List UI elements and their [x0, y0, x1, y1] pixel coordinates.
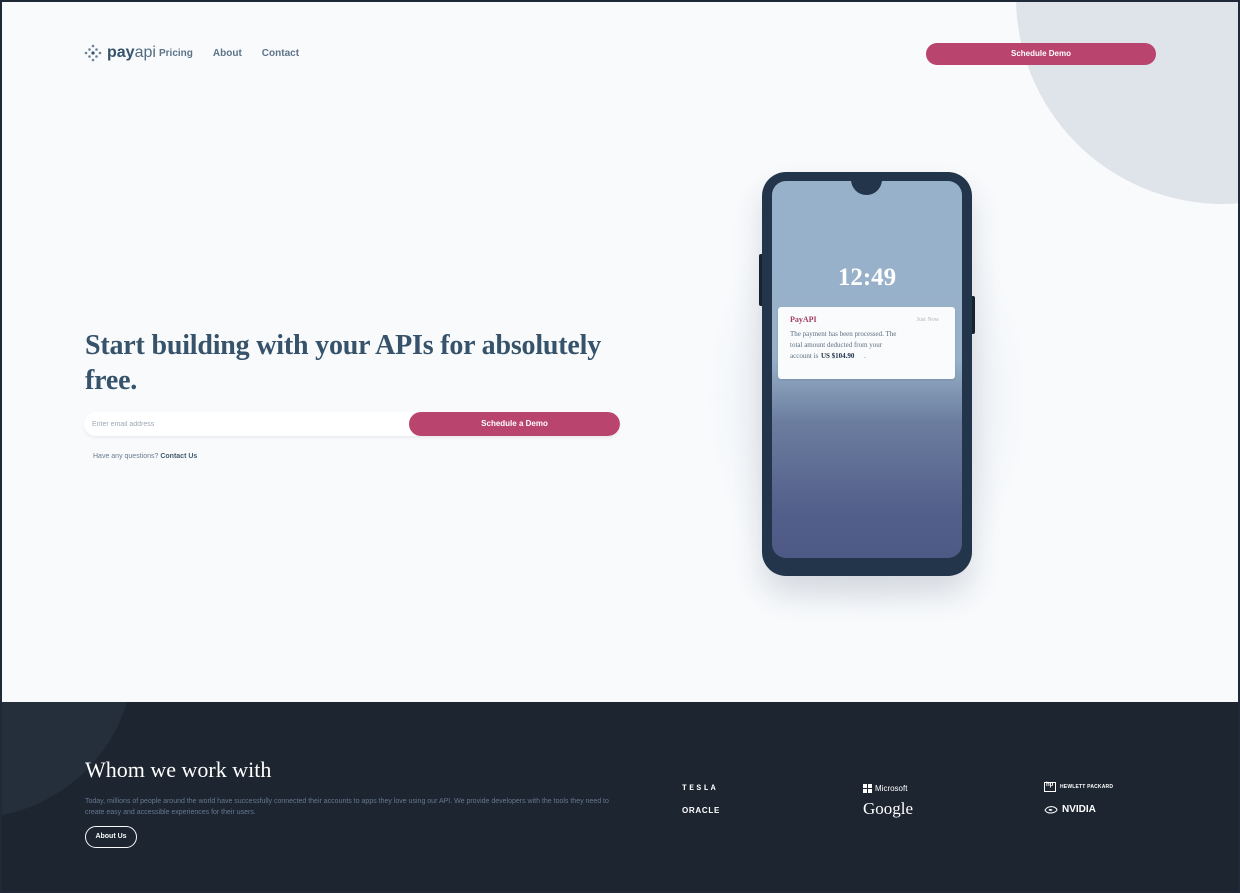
microsoft-square-4	[868, 789, 872, 793]
payment-notification: PayAPI Just Now The payment has been pro…	[778, 307, 955, 379]
lock-screen-time: 12:49	[837, 264, 897, 291]
dotted-diamond-icon	[84, 44, 102, 62]
logo-secondary-text: api	[134, 44, 156, 61]
logo-primary-text: pay	[107, 44, 135, 61]
email-signup-form: Schedule a Demo	[84, 412, 620, 436]
top-navigation: pay api Pricing About Contact Schedule D…	[84, 43, 1156, 67]
notification-line-3-prefix: account is	[790, 352, 819, 360]
microsoft-square-3	[863, 789, 867, 793]
nvidia-text: NVIDIA	[1062, 804, 1096, 815]
logo-text: pay api	[107, 45, 156, 61]
email-field[interactable]	[84, 412, 414, 436]
tesla-logo: TESLA	[682, 784, 719, 793]
contact-us-link[interactable]: Contact Us	[160, 453, 197, 460]
notification-header: PayAPI Just Now	[790, 315, 943, 325]
partners-section: Whom we work with Today, millions of peo…	[0, 702, 1240, 893]
phone-side-button-left	[759, 254, 762, 306]
phone-frame: 12:49 PayAPI Just Now The payment has be…	[759, 172, 975, 576]
nav-links: Pricing About Contact	[159, 48, 299, 60]
hewlett-packard-logo: HEWLETT PACKARD	[1044, 782, 1114, 792]
notification-line-3: account is US $104.90 .	[790, 351, 922, 362]
notification-time: Just Now	[916, 317, 939, 323]
phone-side-button-right	[972, 296, 975, 334]
notification-brand: PayAPI	[790, 315, 817, 324]
partners-description: Today, millions of people around the wor…	[85, 798, 609, 816]
payment-amount: US $104.90	[820, 352, 855, 360]
oracle-logo: ORACLE	[682, 806, 720, 815]
nav-link-contact[interactable]: Contact	[262, 48, 299, 60]
payapi-logo[interactable]: pay api	[84, 44, 156, 62]
hewlett-packard-text: HEWLETT PACKARD	[1060, 783, 1114, 790]
notification-line-1: The payment has been processed. The	[790, 330, 897, 338]
nvidia-logo: NVIDIA	[1044, 804, 1096, 815]
decorative-circle	[1016, 0, 1240, 204]
partner-logos: TESLA ORACLE Microsoft Google HEWLETT PA…	[682, 780, 1114, 822]
microsoft-icon	[863, 784, 872, 793]
phone-mockup: 12:49 PayAPI Just Now The payment has be…	[708, 172, 1026, 614]
phone-screen: 12:49 PayAPI Just Now The payment has be…	[772, 181, 962, 558]
hp-icon	[1044, 782, 1056, 792]
notification-line-2: total amount deducted from your	[790, 341, 883, 349]
microsoft-square-1	[863, 784, 867, 788]
nav-link-about[interactable]: About	[213, 48, 242, 60]
hero-headline: Start building with your APIs for absolu…	[85, 330, 602, 396]
phone-notch	[851, 181, 882, 195]
microsoft-logo: Microsoft	[863, 784, 907, 793]
notification-line-3-suffix: .	[864, 352, 866, 360]
help-text: Have any questions? Contact Us	[93, 452, 197, 462]
partners-title: Whom we work with	[85, 757, 272, 782]
schedule-a-demo-button[interactable]: Schedule a Demo	[409, 412, 620, 436]
google-logo: Google	[863, 799, 914, 818]
notification-message: The payment has been processed. The tota…	[790, 329, 922, 362]
microsoft-square-2	[868, 784, 872, 788]
schedule-demo-button[interactable]: Schedule Demo	[926, 43, 1156, 65]
help-prefix: Have any questions?	[93, 453, 159, 460]
nvidia-eye-icon	[1044, 805, 1058, 814]
about-us-button[interactable]: About Us	[85, 826, 137, 848]
nav-link-pricing[interactable]: Pricing	[159, 48, 193, 60]
microsoft-text: Microsoft	[875, 784, 908, 793]
hero-section: pay api Pricing About Contact Schedule D…	[0, 0, 1240, 702]
